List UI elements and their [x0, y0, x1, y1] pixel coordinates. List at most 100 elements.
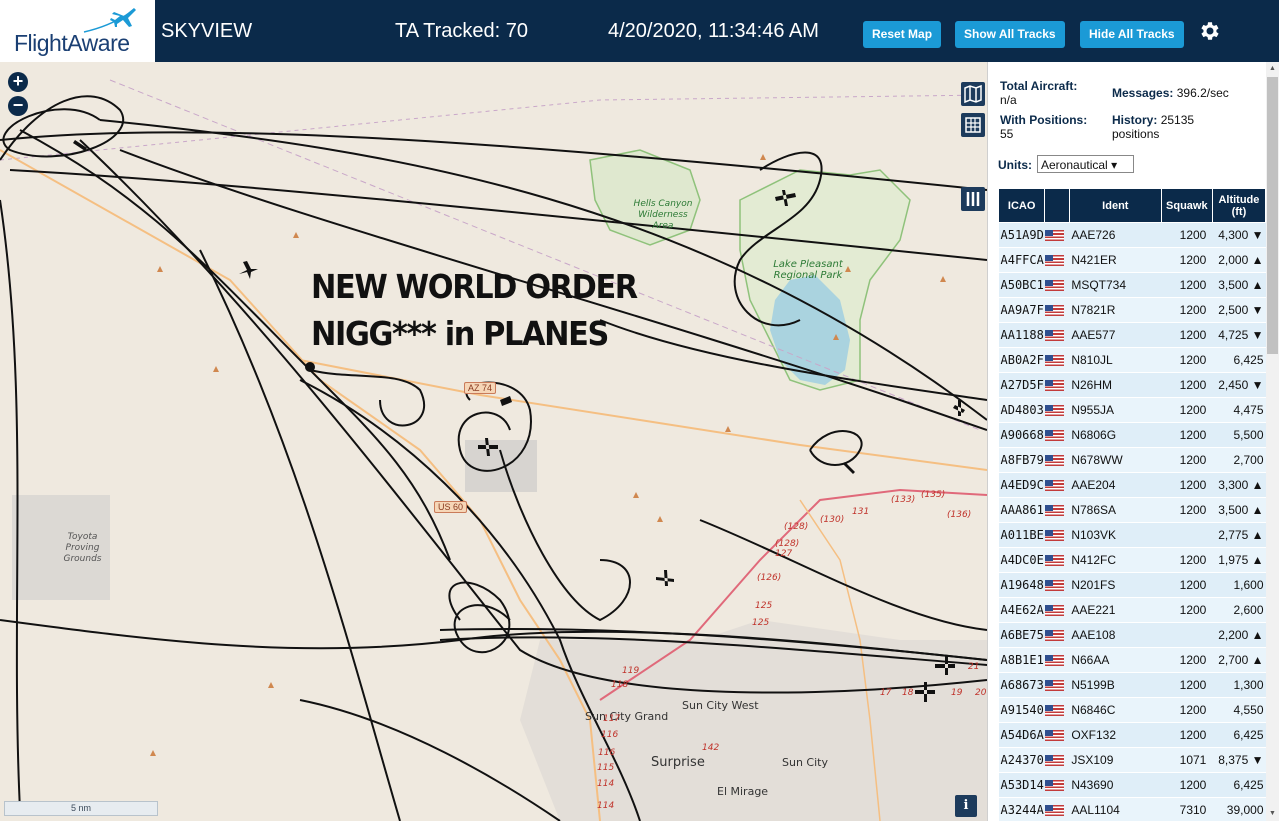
map-canvas[interactable]: + − NEW WORLD ORDER NIGG*** in PLANES He…: [0, 62, 987, 821]
altitude-cell: 4,300 ▼: [1212, 222, 1266, 248]
scroll-up-icon[interactable]: ▲: [1266, 62, 1279, 76]
route-label: (128): [784, 522, 809, 532]
scrollbar-thumb[interactable]: [1267, 77, 1278, 354]
table-row[interactable]: A27D5F N26HM 1200 2,450 ▼: [998, 372, 1266, 398]
table-row[interactable]: A3244A AAL1104 7310 39,000: [998, 797, 1266, 821]
table-row[interactable]: AA1188 AAE577 1200 4,725 ▼: [998, 322, 1266, 348]
us-flag-icon: [1044, 505, 1064, 517]
grid-layer-button[interactable]: [961, 113, 985, 137]
icao-cell: A3244A: [998, 797, 1045, 821]
table-row[interactable]: A68673 N5199B 1200 1,300: [998, 672, 1266, 698]
altitude-cell: 39,000: [1212, 797, 1266, 821]
table-row[interactable]: A91540 N6846C 1200 4,550: [998, 697, 1266, 723]
route-label: 117: [603, 714, 621, 724]
table-row[interactable]: A8FB79 N678WW 1200 2,700: [998, 447, 1266, 473]
logo-text: FlightAware: [14, 30, 130, 56]
map-layer-button[interactable]: [961, 82, 985, 106]
flightaware-logo[interactable]: FlightAware: [0, 0, 158, 62]
flag-cell: [1044, 622, 1070, 648]
tracked-count: TA Tracked: 70: [395, 20, 529, 42]
flag-cell: [1044, 347, 1070, 373]
table-row[interactable]: A011BE N103VK 2,775 ▲: [998, 522, 1266, 548]
route-label: 115: [597, 763, 615, 773]
table-row[interactable]: AAA861 N786SA 1200 3,500 ▲: [998, 497, 1266, 523]
squawk-cell: [1161, 622, 1213, 648]
zoom-out-button[interactable]: −: [8, 96, 28, 116]
units-value: Aeronautical: [1041, 158, 1108, 172]
ident-cell: MSQT734: [1069, 272, 1162, 298]
table-row[interactable]: A90668 N6806G 1200 5,500: [998, 422, 1266, 448]
altitude-cell: 2,775 ▲: [1212, 522, 1266, 548]
table-row[interactable]: AB0A2F N810JL 1200 6,425: [998, 347, 1266, 373]
column-header-flag[interactable]: [1044, 188, 1070, 223]
squawk-cell: 1200: [1161, 447, 1213, 473]
column-header-altitude[interactable]: Altitude (ft): [1211, 188, 1267, 223]
flag-cell: [1044, 547, 1070, 573]
altitude-cell: 6,425: [1212, 722, 1266, 748]
flag-cell: [1044, 322, 1070, 348]
table-row[interactable]: AD4803 N955JA 1200 4,475: [998, 397, 1266, 423]
icao-cell: A51A9D: [998, 222, 1045, 248]
history-stat: History: 25135 positions: [1112, 113, 1222, 141]
ident-cell: AAE577: [1069, 322, 1162, 348]
current-datetime: 4/20/2020, 11:34:46 AM: [608, 20, 819, 42]
gear-icon[interactable]: [1197, 19, 1221, 43]
table-row[interactable]: A19648 N201FS 1200 1,600: [998, 572, 1266, 598]
altitude-cell: 5,500: [1212, 422, 1266, 448]
icao-cell: A8B1E1: [998, 647, 1045, 673]
us-flag-icon: [1044, 580, 1064, 592]
us-flag-icon: [1044, 355, 1064, 367]
table-row[interactable]: A51A9D AAE726 1200 4,300 ▼: [998, 222, 1266, 248]
us-flag-icon: [1044, 655, 1064, 667]
units-select[interactable]: Aeronautical ▾: [1037, 155, 1134, 173]
us-flag-icon: [1044, 430, 1064, 442]
surprise-label: Surprise: [651, 755, 705, 770]
table-row[interactable]: A4ED9C AAE204 1200 3,300 ▲: [998, 472, 1266, 498]
squawk-cell: 1200: [1161, 347, 1213, 373]
ident-cell: N421ER: [1069, 247, 1162, 273]
table-row[interactable]: A4E62A AAE221 1200 2,600: [998, 597, 1266, 623]
us-flag-icon: [1044, 555, 1064, 567]
table-row[interactable]: A24370 JSX109 1071 8,375 ▼: [998, 747, 1266, 773]
squawk-cell: 7310: [1161, 797, 1213, 821]
altitude-cell: 6,425: [1212, 347, 1266, 373]
info-button[interactable]: i: [955, 795, 977, 817]
hide-all-tracks-button[interactable]: Hide All Tracks: [1080, 21, 1184, 48]
altitude-cell: 1,600: [1212, 572, 1266, 598]
column-header-ident[interactable]: Ident: [1068, 188, 1162, 223]
altitude-cell: 8,375 ▼: [1212, 747, 1266, 773]
altitude-cell: 2,450 ▼: [1212, 372, 1266, 398]
columns-toggle-button[interactable]: [961, 187, 985, 211]
column-header-icao[interactable]: ICAO: [997, 188, 1046, 223]
table-row[interactable]: A53D14 N43690 1200 6,425: [998, 772, 1266, 798]
table-row[interactable]: AA9A7F N7821R 1200 2,500 ▼: [998, 297, 1266, 323]
table-row[interactable]: A6BE75 AAE108 2,200 ▲: [998, 622, 1266, 648]
squawk-cell: 1200: [1161, 597, 1213, 623]
history-label: History:: [1112, 113, 1158, 127]
scroll-down-icon[interactable]: ▼: [1266, 807, 1279, 821]
sun-city-west-label: Sun City West: [682, 699, 759, 712]
squawk-cell: 1200: [1161, 572, 1213, 598]
reset-map-button[interactable]: Reset Map: [863, 21, 942, 48]
us-flag-icon: [1044, 480, 1064, 492]
table-row[interactable]: A50BC1 MSQT734 1200 3,500 ▲: [998, 272, 1266, 298]
column-header-squawk[interactable]: Squawk: [1160, 188, 1213, 223]
altitude-cell: 4,550: [1212, 697, 1266, 723]
route-label: 125: [755, 601, 773, 611]
table-row[interactable]: A4FFCA N421ER 1200 2,000 ▲: [998, 247, 1266, 273]
flag-cell: [1044, 247, 1070, 273]
us-flag-icon: [1044, 605, 1064, 617]
icao-cell: A68673: [998, 672, 1045, 698]
messages-stat: Messages: 396.2/sec: [1112, 86, 1229, 100]
messages-value: 396.2/sec: [1176, 86, 1229, 100]
route-label: 142: [702, 743, 720, 753]
table-row[interactable]: A4DC0E N412FC 1200 1,975 ▲: [998, 547, 1266, 573]
show-all-tracks-button[interactable]: Show All Tracks: [955, 21, 1065, 48]
map-icon: [964, 84, 982, 104]
zoom-in-button[interactable]: +: [8, 72, 28, 92]
altitude-cell: 2,000 ▲: [1212, 247, 1266, 273]
table-row[interactable]: A54D6A OXF132 1200 6,425: [998, 722, 1266, 748]
table-row[interactable]: A8B1E1 N66AA 1200 2,700 ▲: [998, 647, 1266, 673]
total-aircraft-value: n/a: [1000, 93, 1017, 107]
route-label: 18: [902, 688, 914, 698]
